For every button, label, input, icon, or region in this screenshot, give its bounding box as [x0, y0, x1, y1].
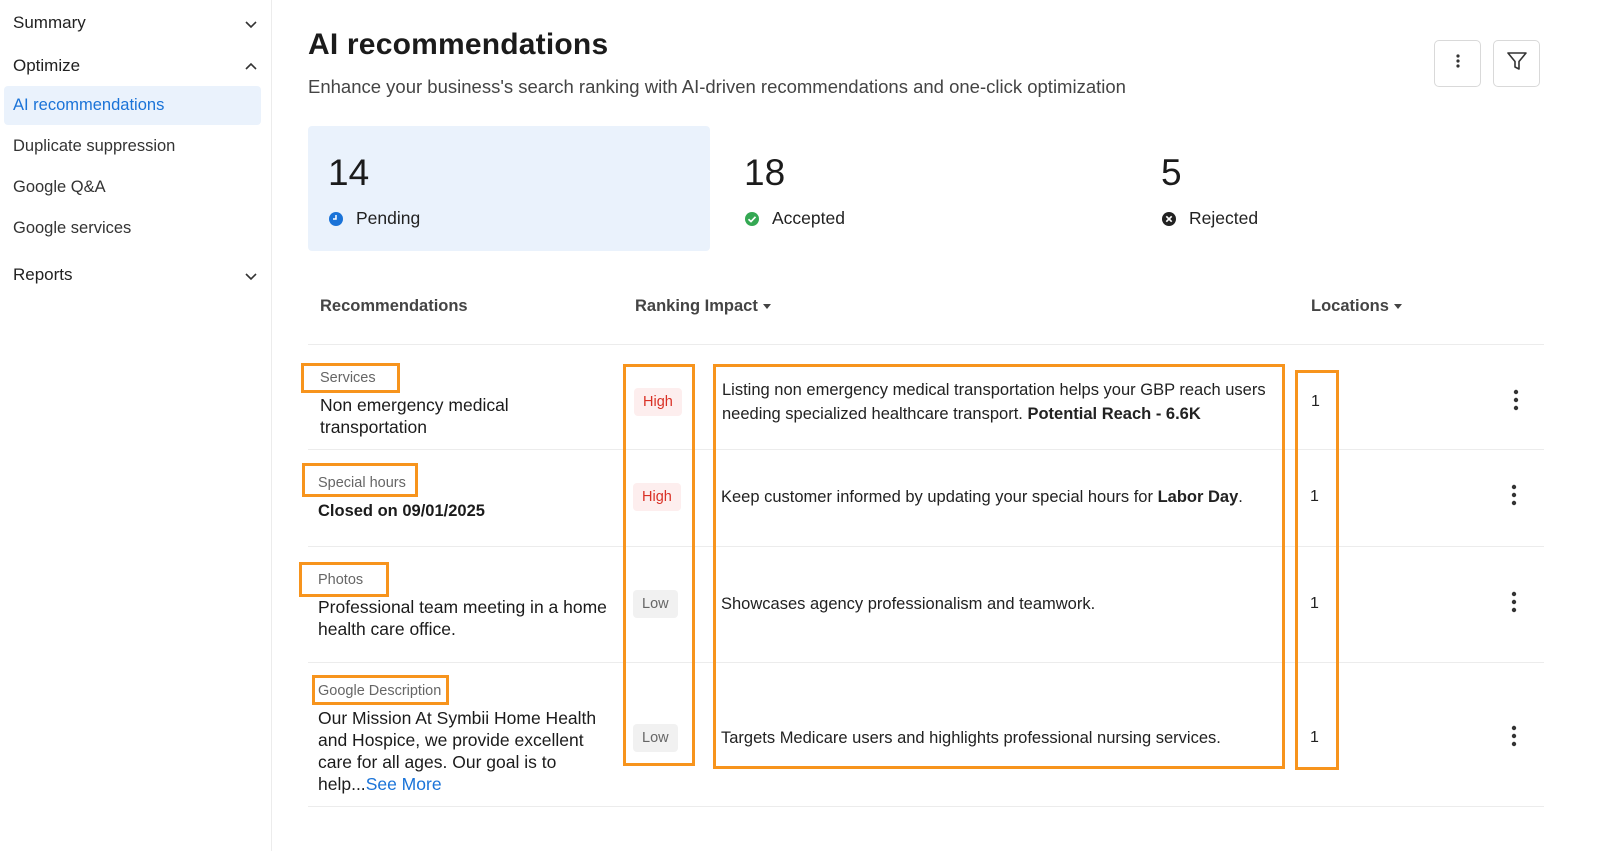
more-vertical-icon	[1511, 725, 1517, 752]
recommendation-text-body: Our Mission At Symbii Home Health and Ho…	[318, 708, 597, 794]
chevron-down-icon	[244, 268, 258, 282]
column-header-locations[interactable]: Locations	[1311, 297, 1402, 316]
description-text: Keep customer informed by updating your …	[721, 488, 1158, 506]
row-actions-button[interactable]	[1504, 484, 1524, 510]
nav-reports-label: Reports	[13, 265, 73, 284]
see-more-link[interactable]: See More	[366, 774, 442, 794]
x-circle-icon	[1161, 211, 1177, 227]
sidebar-item-google-qa[interactable]: Google Q&A	[4, 168, 261, 207]
chevron-up-icon	[244, 59, 258, 73]
description-text: Showcases agency professionalism and tea…	[721, 595, 1096, 613]
locations-count[interactable]: 1	[1310, 729, 1319, 747]
stat-card-rejected[interactable]: 5 Rejected	[1141, 126, 1543, 251]
locations-count[interactable]: 1	[1311, 393, 1320, 411]
column-header-label: Ranking Impact	[635, 297, 758, 315]
recommendation-text: Our Mission At Symbii Home Health and Ho…	[318, 707, 618, 795]
impact-badge: High	[633, 483, 681, 511]
row-actions-button[interactable]	[1504, 591, 1524, 617]
recommendation-description: Showcases agency professionalism and tea…	[721, 592, 1281, 616]
sidebar-item-ai-recommendations[interactable]: AI recommendations	[4, 86, 261, 125]
stat-count: 18	[744, 152, 786, 193]
locations-count[interactable]: 1	[1310, 595, 1319, 613]
check-circle-icon	[744, 211, 760, 227]
recommendation-text: Professional team meeting in a home heal…	[318, 597, 607, 639]
recommendation-description: Keep customer informed by updating your …	[721, 485, 1281, 509]
recommendation-description: Listing non emergency medical transporta…	[722, 378, 1282, 426]
stat-label-text: Rejected	[1189, 208, 1259, 228]
page-subtitle: Enhance your business's search ranking w…	[308, 76, 1126, 97]
divider	[308, 449, 1544, 450]
impact-badge: Low	[633, 590, 678, 618]
row-actions-button[interactable]	[1506, 389, 1526, 415]
page-title: AI recommendations	[308, 28, 609, 61]
stat-label-text: Accepted	[772, 208, 845, 228]
annotation-box-impact	[623, 364, 695, 766]
row-actions-button[interactable]	[1504, 725, 1524, 751]
nav-summary[interactable]: Summary	[13, 8, 258, 38]
stat-label-text: Pending	[356, 208, 421, 228]
column-header-recommendations: Recommendations	[320, 297, 468, 316]
category-label: Special hours	[318, 475, 406, 491]
nav-optimize-label: Optimize	[13, 56, 81, 75]
more-vertical-icon	[1511, 591, 1517, 618]
impact-badge: High	[634, 388, 682, 416]
sort-caret-icon	[1393, 304, 1402, 309]
more-options-button[interactable]	[1434, 40, 1481, 87]
column-header-label: Recommendations	[320, 297, 468, 315]
more-vertical-icon	[1455, 53, 1461, 74]
nav-optimize[interactable]: Optimize	[13, 51, 258, 81]
impact-badge: Low	[633, 724, 678, 752]
description-highlight: Labor Day	[1157, 488, 1239, 506]
stat-label: Pending	[328, 208, 420, 229]
description-text: Targets Medicare users and highlights pr…	[721, 729, 1221, 747]
sidebar-item-duplicate-suppression[interactable]: Duplicate suppression	[4, 127, 261, 166]
divider	[308, 344, 1544, 345]
divider	[308, 806, 1544, 807]
recommendation-text: Non emergency medical transportation	[320, 395, 509, 437]
stat-card-pending[interactable]: 14 Pending	[308, 126, 710, 251]
description-highlight: Potential Reach - 6.6K	[1027, 405, 1201, 423]
stat-label: Accepted	[744, 208, 845, 229]
more-vertical-icon	[1513, 389, 1519, 416]
annotation-box-locations	[1295, 370, 1339, 770]
sidebar: Summary Optimize AI recommendations Dupl…	[0, 0, 272, 851]
category-label: Google Description	[318, 683, 442, 699]
recommendation-text: Closed on 09/01/2025	[318, 502, 485, 520]
category-label: Photos	[318, 572, 364, 588]
locations-count[interactable]: 1	[1310, 488, 1319, 506]
category-label: Services	[320, 370, 376, 386]
divider	[308, 662, 1544, 663]
column-header-ranking-impact[interactable]: Ranking Impact	[635, 297, 771, 316]
stat-count: 14	[328, 152, 370, 193]
sort-caret-icon	[762, 304, 771, 309]
description-suffix: .	[1238, 488, 1243, 506]
stat-count: 5	[1161, 152, 1182, 193]
clock-icon	[328, 211, 344, 227]
sidebar-item-google-services[interactable]: Google services	[4, 209, 261, 248]
stat-label: Rejected	[1161, 208, 1258, 229]
filter-button[interactable]	[1493, 40, 1540, 87]
nav-reports[interactable]: Reports	[13, 260, 258, 290]
column-header-label: Locations	[1311, 297, 1389, 315]
chevron-down-icon	[244, 16, 258, 30]
recommendation-description: Targets Medicare users and highlights pr…	[721, 726, 1281, 750]
more-vertical-icon	[1511, 484, 1517, 511]
stat-card-accepted[interactable]: 18 Accepted	[724, 126, 1126, 251]
nav-summary-label: Summary	[13, 13, 86, 32]
filter-icon	[1506, 50, 1528, 77]
divider	[308, 546, 1544, 547]
